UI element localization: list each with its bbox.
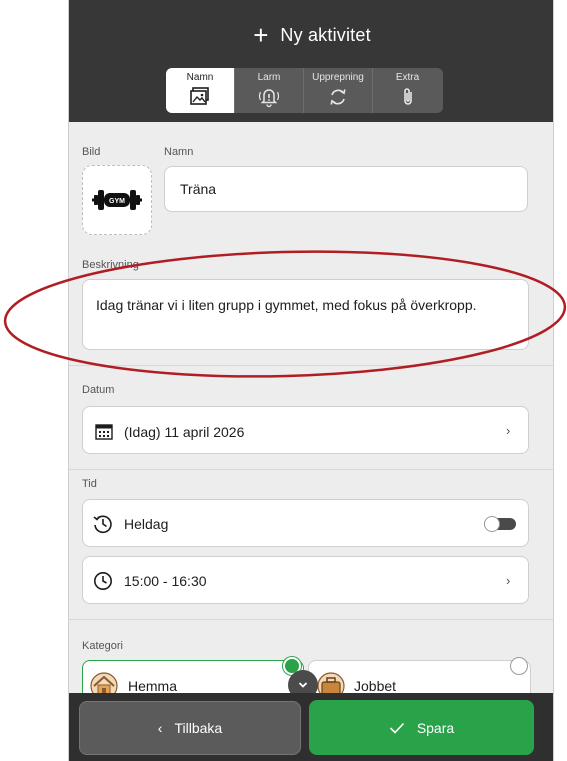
save-button[interactable]: Spara [309,700,534,755]
name-input[interactable]: Träna [164,166,528,212]
toggle-knob [484,516,500,532]
tab-alarm-label: Larm [257,72,281,83]
description-input[interactable]: Idag tränar vi i liten grupp i gymmet, m… [82,279,529,350]
time-label: Tid [82,478,97,490]
clock-icon [94,572,112,590]
date-selector[interactable]: (Idag) 11 april 2026 › [82,406,529,454]
date-label: Datum [82,384,115,396]
category-work-radio[interactable] [510,657,528,675]
chevron-down-icon [298,682,308,688]
tab-alarm[interactable]: Larm [235,68,304,113]
tab-bar: Namn Larm Upprepning Extra [166,68,443,113]
category-work-label: Jobbet [354,678,397,694]
category-label: Kategori [82,640,123,652]
app-screen: + Ny aktivitet Namn Larm Upprepning Extr… [68,0,554,761]
title-row: + Ny aktivitet [69,20,553,50]
time-range-value: 15:00 - 16:30 [124,573,207,589]
activity-image-picker[interactable]: GYM [82,165,152,235]
chevron-right-icon: › [506,573,511,588]
tab-repeat-label: Upprepning [312,72,364,83]
checkmark-icon [389,722,404,734]
date-value: (Idag) 11 april 2026 [124,424,245,440]
page-title: Ny aktivitet [280,24,371,45]
bottom-action-bar: ‹ Tillbaka Spara [69,693,553,761]
category-home-label: Hemma [128,678,178,694]
repeat-icon [330,89,346,105]
save-button-label: Spara [416,719,455,736]
dumbbell-icon: GYM [92,190,142,210]
gym-badge-text: GYM [109,198,125,205]
tab-name-label: Namn [186,72,214,83]
header: + Ny aktivitet Namn Larm Upprepning Extr… [69,0,553,122]
chevron-left-icon: ‹ [157,720,163,736]
name-label: Namn [164,146,194,158]
section-divider [69,365,553,366]
tab-extra[interactable]: Extra [373,68,442,113]
all-day-row[interactable]: Heldag [82,499,529,547]
plus-icon: + [253,20,269,50]
back-button-label: Tillbaka [174,720,223,736]
chevron-right-icon: › [506,423,511,438]
image-icon [190,87,209,105]
time-range-selector[interactable]: 15:00 - 16:30 › [82,556,529,604]
history-icon [93,515,112,534]
alarm-bell-icon [258,89,280,108]
back-button[interactable]: ‹ Tillbaka [79,701,301,755]
calendar-icon [95,424,113,440]
paperclip-icon [403,88,412,105]
image-label: Bild [82,146,101,158]
all-day-label: Heldag [124,516,169,532]
description-input-value: Idag tränar vi i liten grupp i gymmet, m… [96,297,477,313]
tab-extra-label: Extra [395,72,420,83]
description-label: Beskrivning [82,259,139,271]
tab-name[interactable]: Namn [166,68,235,113]
name-input-value: Träna [180,181,217,197]
all-day-toggle[interactable] [484,516,516,532]
section-divider [69,469,553,470]
tab-repeat[interactable]: Upprepning [304,68,373,113]
section-divider [69,619,553,620]
